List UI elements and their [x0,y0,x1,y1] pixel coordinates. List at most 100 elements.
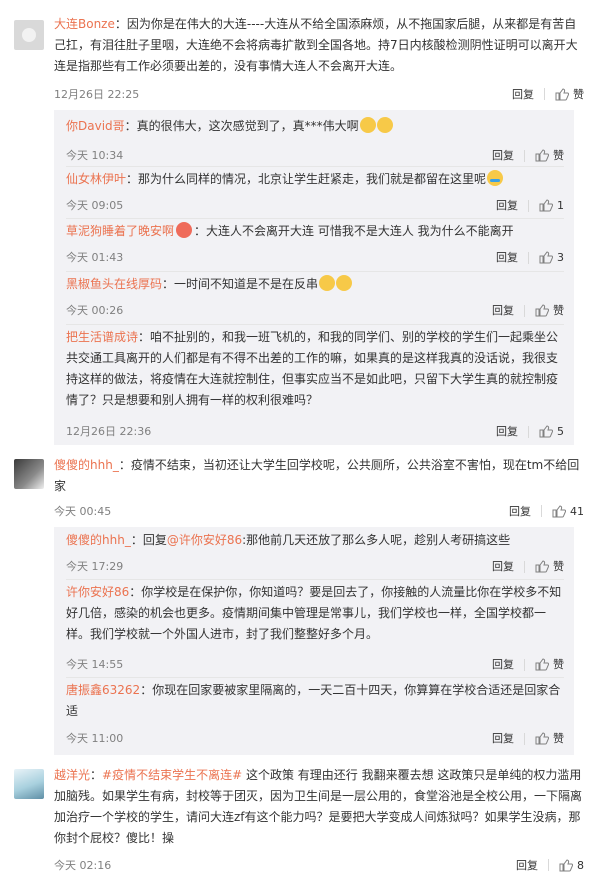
comment-meta: 今天 00:45 回复 41 [54,503,584,521]
divider [66,271,564,272]
divider [66,579,564,580]
thumbs-up-icon [535,149,549,162]
like-count: 赞 [573,88,584,101]
crying-emoji-icon [487,170,504,186]
reply-meta: 今天 11:00 回复 赞 [66,728,564,746]
reply-username[interactable]: 仙女林伊叶 [66,172,126,186]
reply-button[interactable]: 回复 [512,86,534,102]
like-count: 赞 [553,732,564,745]
comment-text: ：因为你是在伟大的大连----大连从不给全国添麻烦，从不拖国家后腿，从来都是有苦… [54,17,578,73]
comment-time: 今天 02:16 [54,859,112,872]
comment-meta: 今天 02:16 回复 8 [54,857,584,875]
divider [528,251,529,264]
comment-body: 越洋光：#疫情不结束学生不离连# 这个政策 有理由还行 我翻来覆去想 这政策只是… [54,765,584,849]
badge-icon [176,222,193,238]
reply-button[interactable]: 回复 [492,654,514,675]
reply-meta: 今天 00:26 回复 赞 [66,300,564,318]
reply-time: 今天 11:00 [66,732,124,745]
comment-text: ： [90,768,103,782]
like-button[interactable]: 赞 [535,300,564,321]
topic-link[interactable]: #疫情不结束学生不离连# [102,768,242,782]
divider [66,166,564,167]
like-button[interactable]: 赞 [535,654,564,675]
thumbs-up-icon [535,732,549,745]
reply-time: 今天 14:55 [66,658,124,671]
like-button[interactable]: 3 [539,247,564,268]
reply-time: 12月26日 22:36 [66,425,152,438]
avatar[interactable] [14,459,44,489]
reply-text: ：真的很伟大，这次感觉到了，真***伟大啊 [124,119,359,133]
reply-item: 你David哥：真的很伟大，这次感觉到了，真***伟大啊 今天 10:34 回复… [66,116,566,162]
like-count: 赞 [553,658,564,671]
like-count: 1 [557,199,564,212]
reply-button[interactable]: 回复 [496,421,518,442]
reply-username[interactable]: 唐振鑫63262 [66,683,140,697]
reply-text: ：一时间不知道是不是在反串 [162,277,319,291]
like-count: 赞 [553,149,564,162]
divider [66,218,564,219]
reply-button[interactable]: 回复 [496,195,518,216]
reply-username[interactable]: 许你安好86 [66,585,129,599]
reply-text: ：你现在回家要被家里隔离的，一天二百十四天，你算算在学校合适还是回家合适 [66,683,561,718]
reply-time: 今天 01:43 [66,251,124,264]
divider [524,560,525,573]
emoji-icon [359,117,376,133]
like-button[interactable]: 赞 [535,556,564,577]
reply-meta: 12月26日 22:36 回复 5 [66,421,564,439]
reply-username[interactable]: 草泥狗睡着了晚安啊 [66,224,174,238]
reply-button[interactable]: 回复 [492,300,514,321]
avatar[interactable] [14,20,44,50]
reply-username[interactable]: 傻傻的hhh_ [66,533,131,547]
reply-button[interactable]: 回复 [492,145,514,166]
reply-button[interactable]: 回复 [509,503,531,519]
like-count: 5 [557,425,564,438]
like-count: 3 [557,251,564,264]
emoji-icon [376,117,393,133]
like-button[interactable]: 5 [539,421,564,442]
reply-item: 仙女林伊叶：那为什么同样的情况，北京让学生赶紧走，我们就是都留在这里呢 今天 0… [66,169,566,212]
reply-time: 今天 09:05 [66,199,124,212]
like-button[interactable]: 赞 [555,86,584,102]
comment-username[interactable]: 大连Bonze [54,17,115,31]
reply-item: 傻傻的hhh_：回复@许你安好86:那他前几天还放了那么多人呢，趁别人考研搞这些… [66,530,566,573]
like-button[interactable]: 1 [539,195,564,216]
reply-time: 今天 17:29 [66,560,124,573]
reply-button[interactable]: 回复 [492,728,514,749]
comment-time: 今天 00:45 [54,505,112,518]
thumbs-up-icon [539,199,553,212]
reply-meta: 今天 09:05 回复 1 [66,195,564,213]
thumbs-up-icon [555,87,569,100]
reply-text: ：咱不扯别的，和我一班飞机的，和我的同学们、别的学校的学生们一起乘坐公共交通工具… [66,330,559,407]
reply-username[interactable]: 你David哥 [66,119,125,133]
reply-item: 许你安好86：你学校是在保护你，你知道吗？要是回去了，你接触的人流量比你在学校多… [66,582,566,671]
like-button[interactable]: 41 [552,505,584,518]
thumbs-up-icon [535,304,549,317]
divider [524,304,525,317]
comment-username[interactable]: 越洋光 [54,768,90,782]
reply-username[interactable]: 把生活谱成诗 [66,330,138,344]
divider [528,425,529,438]
comment-body: 傻傻的hhh_：疫情不结束，当初还让大学生回学校呢，公共厕所，公共浴室不害怕，现… [54,455,584,497]
thumbs-up-icon [539,425,553,438]
like-button[interactable]: 赞 [535,145,564,166]
like-button[interactable]: 赞 [535,728,564,749]
reply-list: 你David哥：真的很伟大，这次感觉到了，真***伟大啊 今天 10:34 回复… [54,110,574,445]
like-button[interactable]: 8 [559,859,584,872]
mention-link[interactable]: @许你安好86 [167,533,242,547]
reply-username[interactable]: 黑椒鱼头在线厚码 [66,277,162,291]
avatar[interactable] [14,769,44,799]
thumbs-up-icon [535,658,549,671]
reply-time: 今天 10:34 [66,149,124,162]
divider [528,199,529,212]
reply-button[interactable]: 回复 [496,247,518,268]
divider [66,324,564,325]
reply-button[interactable]: 回复 [492,556,514,577]
reply-text: ：那为什么同样的情况，北京让学生赶紧走，我们就是都留在这里呢 [126,172,487,186]
like-count: 赞 [553,560,564,573]
comment-username[interactable]: 傻傻的hhh_ [54,458,119,472]
reply-meta: 今天 17:29 回复 赞 [66,556,564,574]
thumbs-up-icon [559,858,573,871]
reply-item: 唐振鑫63262：你现在回家要被家里隔离的，一天二百十四天，你算算在学校合适还是… [66,680,566,745]
reply-button[interactable]: 回复 [516,857,538,873]
reply-meta: 今天 01:43 回复 3 [66,247,564,265]
